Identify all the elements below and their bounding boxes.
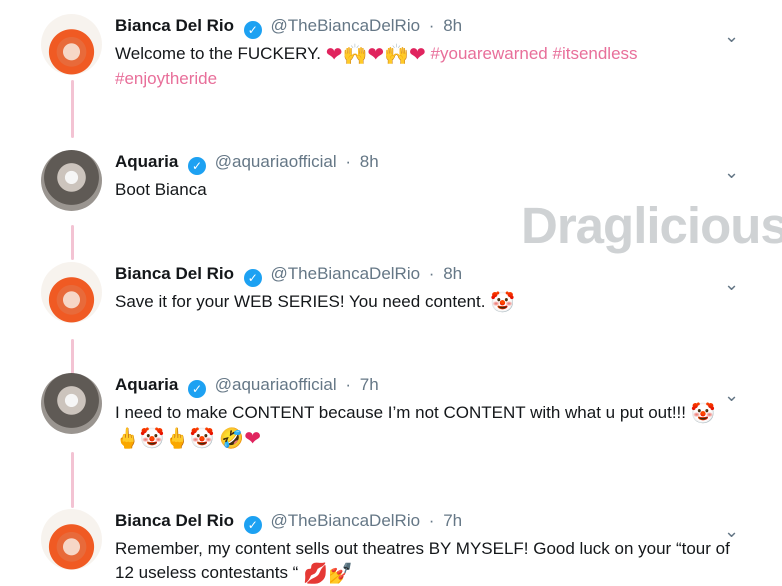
timestamp[interactable]: 8h (443, 16, 462, 35)
tweet-header: Bianca Del Rio ✓ @TheBiancaDelRio · 8h (115, 16, 462, 39)
author-handle[interactable]: @TheBiancaDelRio (271, 16, 421, 35)
clown-icon: 🤡 (189, 428, 215, 450)
heart-icon: ❤ (409, 44, 426, 66)
verified-icon: ✓ (188, 157, 207, 175)
separator-dot: · (345, 375, 352, 394)
timestamp[interactable]: 7h (360, 375, 379, 394)
verified-icon: ✓ (243, 21, 262, 39)
rolling-laughing-icon: 🤣 (219, 428, 245, 450)
clown-icon: 🤡 (690, 403, 716, 425)
thread-connector (71, 452, 74, 508)
nail-polish-icon: 💅 (327, 563, 353, 585)
tweet-text: Save it for your WEB SERIES! You need co… (115, 292, 516, 314)
hashtag-link[interactable]: #itsendless (552, 44, 637, 63)
tweet-text: Boot Bianca (115, 180, 207, 199)
avatar[interactable] (41, 14, 102, 75)
separator-dot: · (428, 511, 435, 530)
author-handle[interactable]: @TheBiancaDelRio (271, 264, 421, 283)
thread-connector (71, 339, 74, 374)
separator-dot: · (428, 264, 435, 283)
author-handle[interactable]: @aquariaofficial (215, 152, 337, 171)
middle-finger-icon: 🖕 (164, 428, 190, 450)
verified-icon: ✓ (243, 269, 262, 287)
author-name[interactable]: Aquaria (115, 375, 178, 394)
timestamp[interactable]: 8h (360, 152, 379, 171)
tweet-text: Welcome to the FUCKERY. ❤🙌❤🙌❤ #youarewar… (115, 44, 638, 88)
heart-icon: ❤ (367, 44, 385, 66)
raising-hands-icon: 🙌 (384, 44, 410, 66)
bianca-avatar-icon (41, 509, 102, 570)
avatar[interactable] (41, 509, 102, 570)
middle-finger-icon: 🖕 (115, 428, 140, 450)
tweet-header: Bianca Del Rio ✓ @TheBiancaDelRio · 7h (115, 511, 462, 534)
aquaria-avatar-icon (41, 373, 102, 434)
avatar[interactable] (41, 150, 102, 211)
separator-dot: · (428, 16, 435, 35)
author-name[interactable]: Bianca Del Rio (115, 16, 234, 35)
bianca-avatar-icon (41, 14, 102, 75)
hashtag-link[interactable]: #enjoytheride (115, 69, 217, 88)
raising-hands-icon: 🙌 (342, 44, 368, 66)
author-handle[interactable]: @TheBiancaDelRio (271, 511, 421, 530)
author-name[interactable]: Bianca Del Rio (115, 264, 234, 283)
lips-icon: 💋 (303, 563, 328, 585)
heart-icon: ❤ (244, 428, 262, 450)
thread-connector (71, 225, 74, 260)
timestamp[interactable]: 8h (443, 264, 462, 283)
avatar[interactable] (41, 262, 102, 323)
author-name[interactable]: Aquaria (115, 152, 178, 171)
timestamp[interactable]: 7h (443, 511, 462, 530)
hashtag-link[interactable]: #youarewarned (431, 44, 548, 63)
draglicious-watermark: Draglicious (521, 197, 782, 254)
verified-icon: ✓ (243, 516, 262, 534)
clown-icon: 🤡 (490, 292, 516, 314)
clown-icon: 🤡 (139, 428, 165, 450)
verified-icon: ✓ (188, 380, 207, 398)
author-handle[interactable]: @aquariaofficial (215, 375, 337, 394)
tweet-text: I need to make CONTENT because I’m not C… (115, 403, 716, 450)
author-name[interactable]: Bianca Del Rio (115, 511, 234, 530)
avatar[interactable] (41, 373, 102, 434)
separator-dot: · (345, 152, 352, 171)
thread-connector (71, 80, 74, 138)
tweet-header: Bianca Del Rio ✓ @TheBiancaDelRio · 8h (115, 264, 462, 287)
tweet-header: Aquaria ✓ @aquariaofficial · 8h (115, 152, 379, 175)
heart-icon: ❤ (325, 44, 343, 66)
tweet-text: Remember, my content sells out theatres … (115, 539, 730, 585)
tweet-header: Aquaria ✓ @aquariaofficial · 7h (115, 375, 379, 398)
aquaria-avatar-icon (41, 150, 102, 211)
bianca-avatar-icon (41, 262, 102, 323)
